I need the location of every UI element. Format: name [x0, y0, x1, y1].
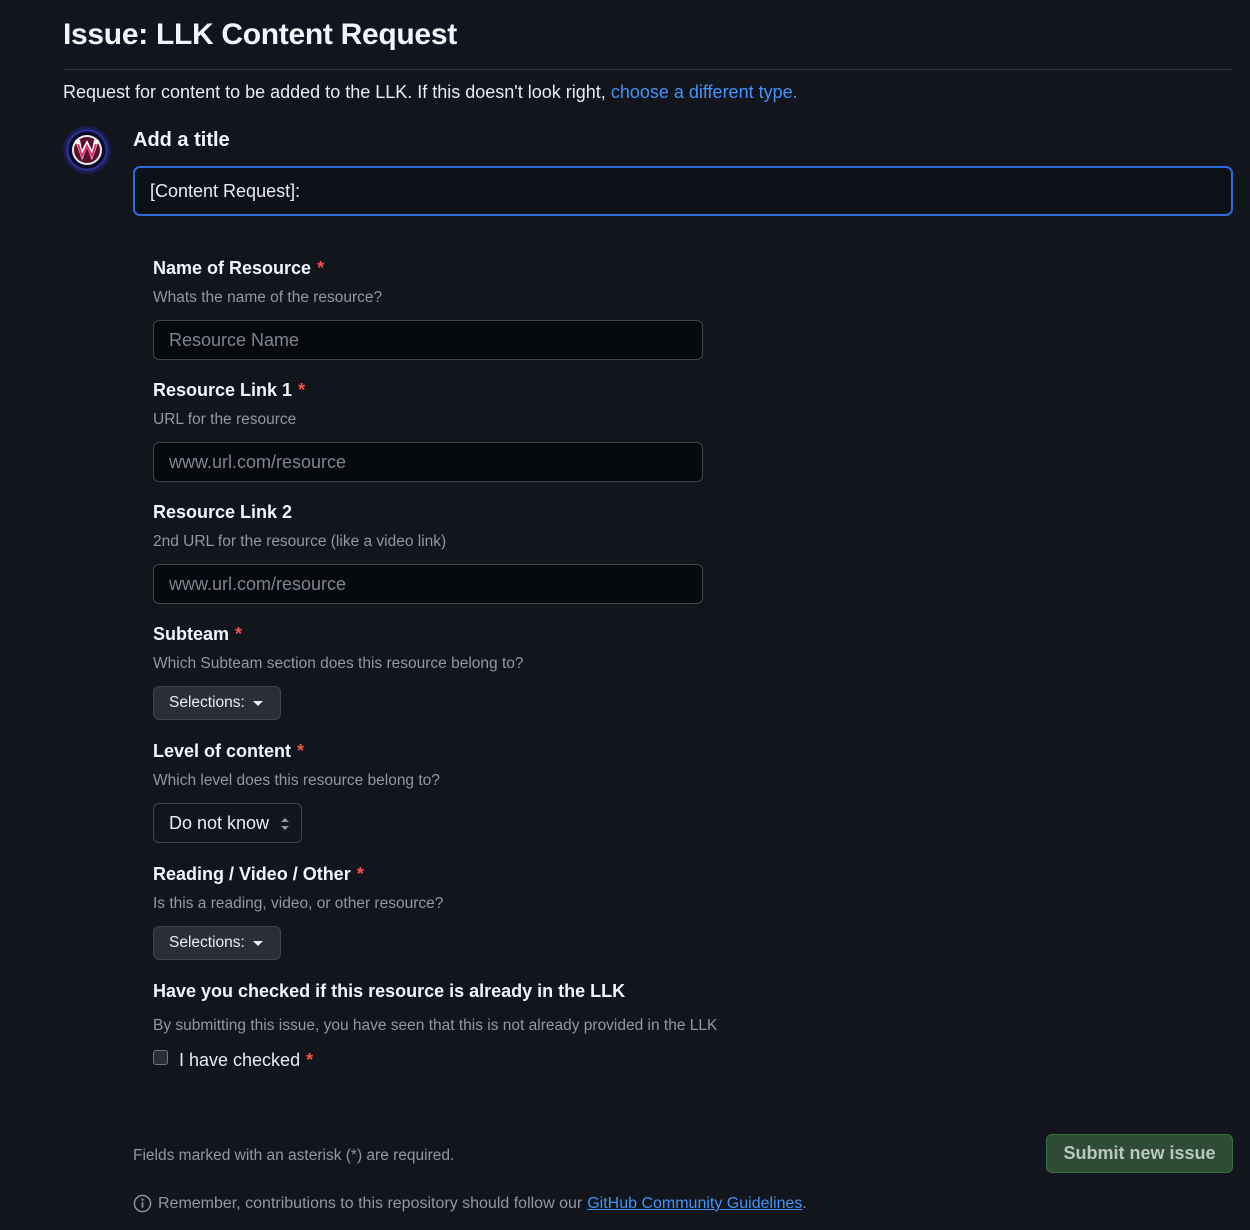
submit-new-issue-button[interactable]: Submit new issue	[1046, 1134, 1233, 1173]
level-of-content-select[interactable]: Do not know	[153, 803, 302, 843]
already-checked-help: By submitting this issue, you have seen …	[153, 1017, 718, 1034]
subteam-selections-button[interactable]: Selections:	[153, 686, 281, 720]
page-title: Issue: LLK Content Request	[63, 18, 457, 51]
required-asterisk: *	[356, 864, 364, 884]
i-have-checked-checkbox[interactable]	[153, 1050, 168, 1065]
resource-type-help: Is this a reading, video, or other resou…	[153, 895, 444, 912]
contribution-guidelines-note: Remember, contributions to this reposito…	[133, 1194, 807, 1213]
required-asterisk: *	[235, 624, 243, 644]
resource-type-selections-label: Selections:	[169, 934, 245, 951]
name-of-resource-label: Name of Resource *	[153, 258, 325, 278]
required-asterisk: *	[317, 258, 325, 278]
guidelines-end: .	[802, 1194, 807, 1212]
required-asterisk: *	[297, 741, 305, 761]
team-logo-avatar-icon	[63, 126, 111, 174]
info-icon	[133, 1194, 152, 1213]
name-of-resource-field: Name of Resource * Whats the name of the …	[153, 258, 382, 307]
resource-link-2-input[interactable]	[153, 564, 703, 604]
community-guidelines-link[interactable]: GitHub Community Guidelines	[587, 1195, 802, 1213]
avatar[interactable]	[63, 126, 111, 174]
resource-link-2-help: 2nd URL for the resource (like a video l…	[153, 533, 447, 550]
subteam-help: Which Subteam section does this resource…	[153, 655, 524, 672]
subteam-field: Subteam * Which Subteam section does this…	[153, 624, 524, 673]
add-title-label: Add a title	[133, 129, 230, 151]
title-divider	[63, 69, 1233, 70]
resource-link-1-label: Resource Link 1 *	[153, 380, 306, 400]
level-of-content-field: Level of content * Which level does this …	[153, 741, 440, 790]
level-of-content-label: Level of content *	[153, 741, 305, 761]
required-fields-note: Fields marked with an asterisk (*) are r…	[133, 1147, 455, 1164]
already-checked-label: Have you checked if this resource is alr…	[153, 981, 626, 1001]
resource-link-1-field: Resource Link 1 * URL for the resource	[153, 380, 305, 429]
resource-link-1-help: URL for the resource	[153, 411, 297, 428]
resource-link-2-field: Resource Link 2 2nd URL for the resource…	[153, 502, 446, 551]
i-have-checked-label[interactable]: I have checked *	[179, 1050, 313, 1071]
required-asterisk: *	[298, 380, 306, 400]
guidelines-text: Remember, contributions to this reposito…	[158, 1194, 583, 1212]
resource-type-field: Reading / Video / Other * Is this a readi…	[153, 864, 443, 913]
resource-type-label: Reading / Video / Other *	[153, 864, 364, 884]
required-asterisk: *	[306, 1050, 314, 1070]
caret-down-icon	[252, 700, 263, 706]
intro-text: Request for content to be added to the L…	[63, 82, 606, 102]
name-of-resource-help: Whats the name of the resource?	[153, 289, 383, 306]
subteam-label: Subteam *	[153, 624, 243, 644]
select-updown-icon	[281, 818, 289, 830]
resource-type-selections-button[interactable]: Selections:	[153, 926, 281, 960]
caret-down-icon	[252, 940, 263, 946]
subteam-selections-label: Selections:	[169, 694, 245, 711]
issue-title-input[interactable]	[133, 166, 1233, 216]
already-checked-field: Have you checked if this resource is alr…	[153, 981, 717, 1035]
template-intro: Request for content to be added to the L…	[63, 82, 798, 103]
level-of-content-help: Which level does this resource belong to…	[153, 772, 440, 789]
resource-name-input[interactable]	[153, 320, 703, 360]
level-selected-value: Do not know	[169, 812, 270, 833]
choose-different-type-link[interactable]: choose a different type.	[611, 82, 798, 102]
resource-link-1-input[interactable]	[153, 442, 703, 482]
resource-link-2-label: Resource Link 2	[153, 502, 293, 522]
